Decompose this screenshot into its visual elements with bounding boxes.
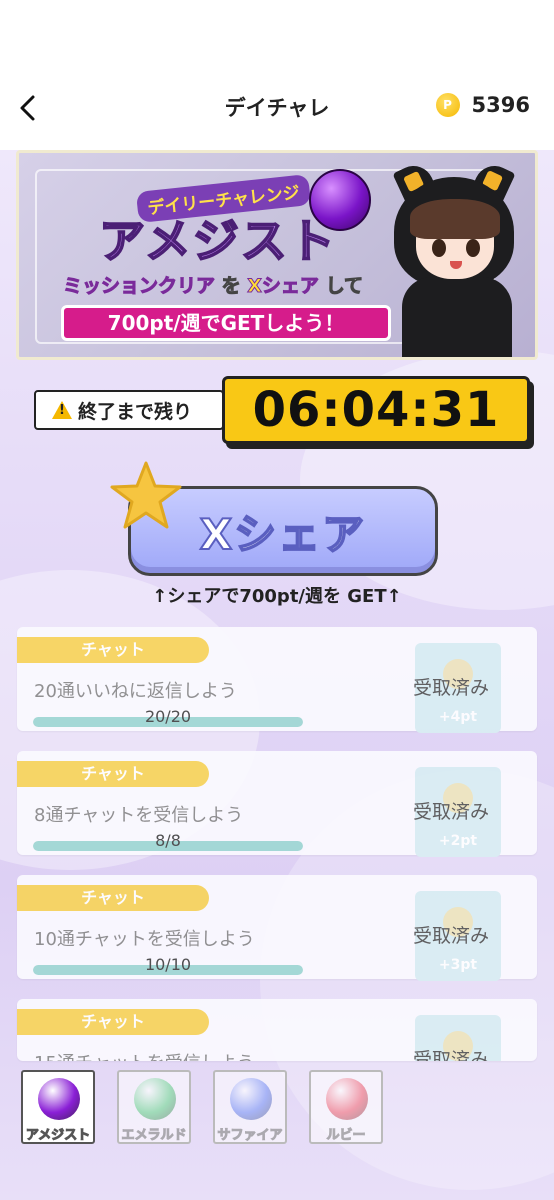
mascot-illustration bbox=[374, 159, 535, 357]
mission-card: チャット 20通いいねに返信しよう 20/20 +4pt 受取済み bbox=[17, 627, 537, 733]
mission-status-button[interactable]: 受取済み bbox=[413, 1045, 489, 1061]
mission-progress-text: 20/20 bbox=[144, 707, 192, 726]
ruby-gem-icon bbox=[326, 1078, 368, 1120]
warning-icon bbox=[52, 401, 72, 419]
mission-title: 10通チャットを受信しよう bbox=[34, 929, 255, 950]
mission-card: チャット 10通チャットを受信しよう 10/10 +3pt 受取済み bbox=[17, 875, 537, 981]
mission-category-tag: チャット bbox=[17, 1009, 209, 1035]
page-title: デイチャレ bbox=[224, 96, 330, 120]
banner-text: ミッションクリア bbox=[62, 275, 216, 298]
gem-tab-ruby[interactable]: ルビー bbox=[309, 1070, 383, 1144]
mission-category-tag: チャット bbox=[17, 761, 209, 787]
gem-tab-label: ルビー bbox=[326, 1128, 366, 1144]
mission-reward-points: +2pt bbox=[438, 833, 478, 849]
gem-tab-label: アメジスト bbox=[25, 1128, 91, 1144]
mission-title: 20通いいねに返信しよう bbox=[34, 681, 237, 702]
eye bbox=[432, 239, 446, 257]
mission-status-button[interactable]: 受取済み bbox=[413, 673, 489, 700]
mission-status-button[interactable]: 受取済み bbox=[413, 797, 489, 824]
coin-icon: P bbox=[435, 93, 460, 117]
banner-text: Xシェア bbox=[247, 275, 320, 298]
amethyst-gem-icon bbox=[38, 1078, 80, 1120]
hair bbox=[410, 199, 500, 239]
gem-tab-emerald[interactable]: エメラルド bbox=[117, 1070, 191, 1144]
mission-progress-text: 10/10 bbox=[144, 955, 192, 974]
mission-reward-points: +4pt bbox=[438, 709, 478, 725]
share-section: Xシェア bbox=[108, 460, 448, 590]
coin-balance-value: 5396 bbox=[471, 93, 530, 117]
back-button[interactable] bbox=[10, 90, 46, 126]
eye bbox=[466, 239, 480, 257]
banner-line1: ミッションクリア を Xシェア して bbox=[62, 271, 363, 298]
gem-tab-sapphire[interactable]: サファイア bbox=[213, 1070, 287, 1144]
mission-category-tag: チャット bbox=[17, 637, 209, 663]
banner-line2: 700pt/週でGETしよう！ bbox=[61, 305, 391, 341]
hoodie-body bbox=[402, 277, 512, 357]
mission-reward-points: +3pt bbox=[438, 957, 478, 973]
mission-card: チャット 8通チャットを受信しよう 8/8 +2pt 受取済み bbox=[17, 751, 537, 857]
gem-tab-label: エメラルド bbox=[121, 1128, 187, 1144]
challenge-banner: デイリーチャレンジ アメジスト ミッションクリア を Xシェア して 700pt… bbox=[16, 150, 538, 360]
banner-text: して bbox=[325, 275, 363, 298]
mission-status-button[interactable]: 受取済み bbox=[413, 921, 489, 948]
countdown-label: 終了まで残り bbox=[34, 390, 224, 430]
top-nav-bar: デイチャレ P 5396 bbox=[0, 70, 554, 144]
coin-balance: P 5396 bbox=[435, 93, 530, 117]
mission-title: 8通チャットを受信しよう bbox=[34, 805, 244, 826]
countdown-timer: 06:04:31 bbox=[222, 376, 530, 444]
gem-tab-amethyst[interactable]: アメジスト bbox=[21, 1070, 95, 1144]
mission-category-tag: チャット bbox=[17, 885, 209, 911]
countdown-label-text: 終了まで残り bbox=[78, 400, 193, 423]
banner-text: を bbox=[221, 275, 241, 298]
emerald-gem-icon bbox=[134, 1078, 176, 1120]
banner-headline: アメジスト bbox=[98, 213, 337, 269]
star-icon bbox=[110, 461, 182, 529]
mission-title: 15通チャットを受信しよう bbox=[34, 1049, 255, 1061]
share-caption: ↑シェアで700pt/週を GET↑ bbox=[152, 586, 402, 607]
chevron-left-icon bbox=[20, 95, 35, 121]
gem-tab-label: サファイア bbox=[217, 1128, 283, 1144]
mission-progress-text: 8/8 bbox=[155, 831, 181, 850]
mission-card: チャット 15通チャットを受信しよう 受取済み bbox=[17, 999, 537, 1061]
sapphire-gem-icon bbox=[230, 1078, 272, 1120]
